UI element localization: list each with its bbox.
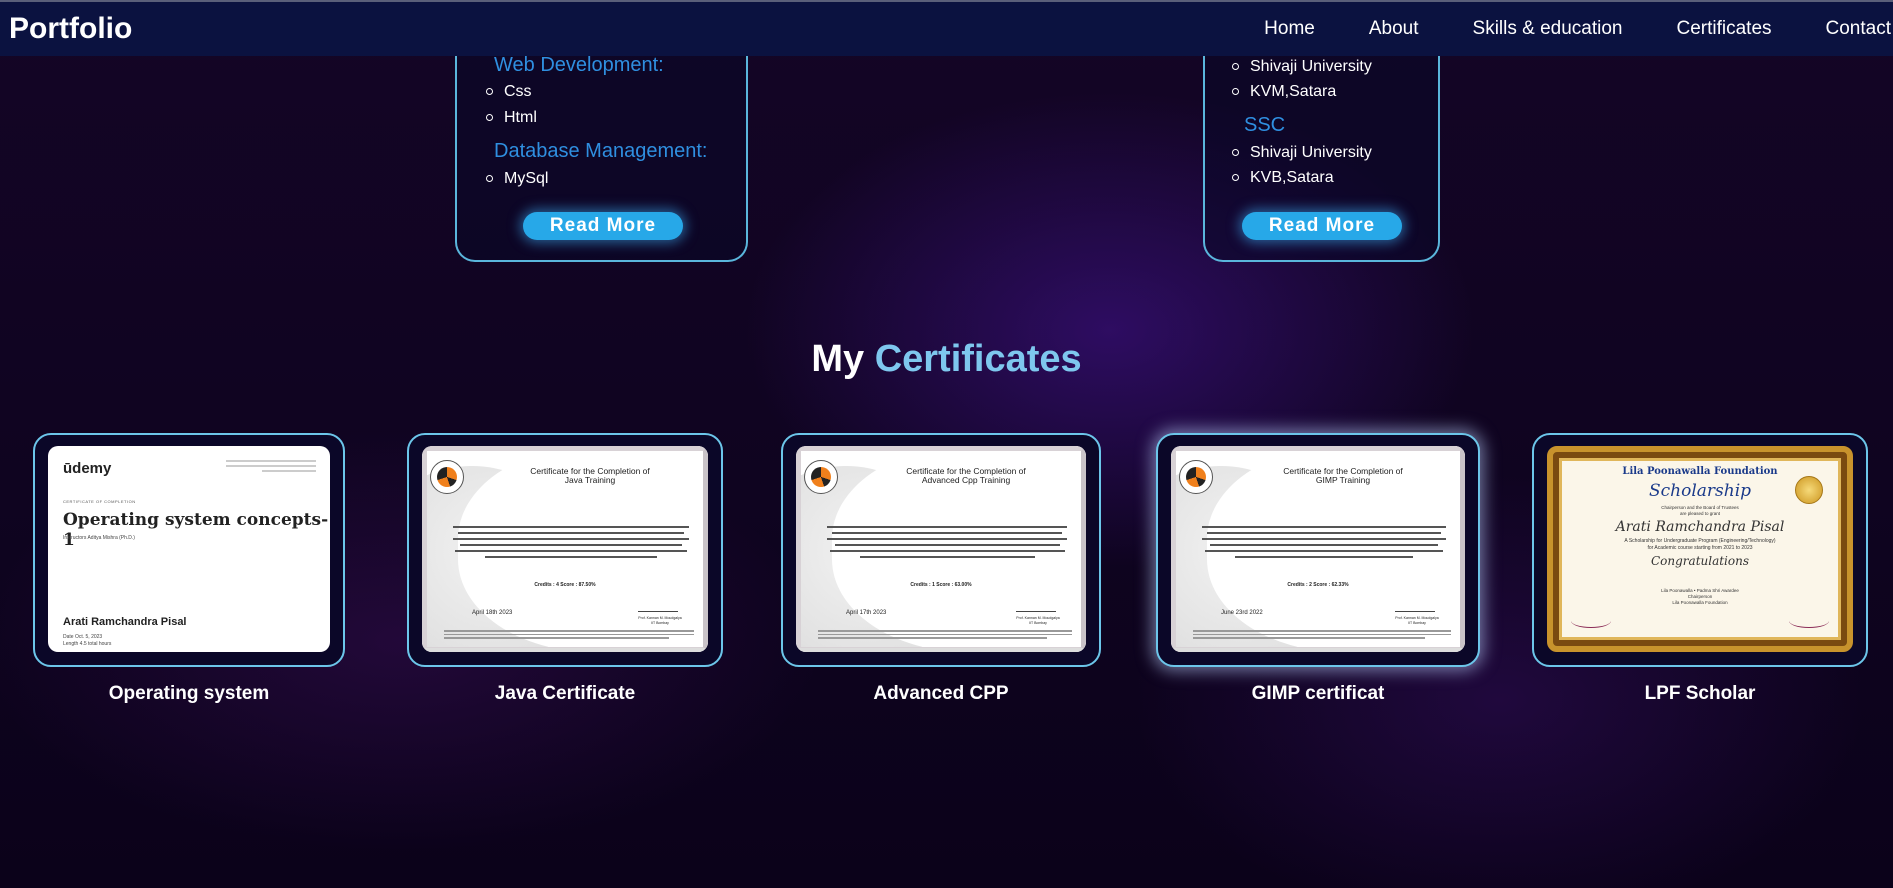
certificate-course-title: Operating system concepts-1 bbox=[63, 510, 329, 550]
certificate-signer: Prof. Kannan M. Moudgalya IIT Bombay bbox=[1016, 616, 1060, 625]
flourish-icon bbox=[1571, 614, 1611, 628]
certificate-heading: Scholarship bbox=[1648, 481, 1752, 501]
certificate-body-lines bbox=[448, 523, 694, 562]
spoken-tutorial-logo-icon bbox=[430, 460, 464, 494]
nav-home[interactable]: Home bbox=[1264, 18, 1315, 40]
certificate-card-operating-system[interactable]: ūdemy CERTIFICATE OF COMPLETION Operatin… bbox=[33, 433, 345, 667]
certificate-signer: Prof. Kannan M. Moudgalya IIT Bombay bbox=[1395, 616, 1439, 625]
certificate-card-lpf-scholar[interactable]: Lila Poonawalla Foundation Scholarship C… bbox=[1532, 433, 1868, 667]
skill-category-title: Web Development: bbox=[494, 54, 664, 76]
certificate-image: ūdemy CERTIFICATE OF COMPLETION Operatin… bbox=[48, 446, 330, 652]
skill-category-title: Database Management: bbox=[494, 140, 708, 162]
certificate-subtitle: Chairperson and the Board of Trustees ar… bbox=[1661, 505, 1739, 516]
certificate-body-lines bbox=[1197, 523, 1451, 562]
certificate-date: April 17th 2023 bbox=[846, 610, 887, 616]
certificate-date: June 23rd 2022 bbox=[1221, 610, 1263, 616]
certificate-image: Lila Poonawalla Foundation Scholarship C… bbox=[1547, 446, 1853, 652]
skill-item: Css bbox=[482, 83, 532, 101]
education-item: KVM,Satara bbox=[1228, 83, 1336, 101]
certificate-label: CERTIFICATE OF COMPLETION bbox=[63, 499, 136, 504]
certificate-title: Certificate for the Completion of Java T… bbox=[530, 466, 650, 485]
certificates-heading: My Certificates bbox=[0, 338, 1893, 381]
flourish-icon bbox=[1789, 614, 1829, 628]
skills-read-more-button[interactable]: Read More bbox=[523, 212, 683, 240]
certificates-heading-accent: Certificates bbox=[874, 338, 1082, 380]
certificate-image: Certificate for the Completion of Advanc… bbox=[796, 446, 1086, 652]
certificate-signer: Prof. Kannan M. Moudgalya IIT Bombay bbox=[638, 616, 682, 625]
certificate-caption: Operating system bbox=[108, 683, 270, 704]
certificate-caption: LPF Scholar bbox=[1644, 683, 1756, 704]
education-item: Shivaji University bbox=[1228, 144, 1372, 162]
signature bbox=[638, 600, 678, 612]
certificate-card-java[interactable]: Certificate for the Completion of Java T… bbox=[407, 433, 723, 667]
signature bbox=[1016, 600, 1056, 612]
certificate-date: April 18th 2023 bbox=[472, 610, 513, 616]
certificate-footnote bbox=[444, 630, 694, 641]
skill-item: MySql bbox=[482, 170, 548, 188]
certificate-description: A Scholarship for Undergraduate Program … bbox=[1624, 538, 1776, 551]
navbar: Portfolio Home About Skills & education … bbox=[0, 0, 1893, 56]
certificate-credits: Credits : 4 Score : 87.50% bbox=[534, 582, 596, 588]
certificate-length: Length 4.5 total hours bbox=[63, 641, 112, 647]
education-card: Shivaji University KVM,Satara SSC Shivaj… bbox=[1203, 30, 1440, 262]
education-read-more-button[interactable]: Read More bbox=[1242, 212, 1402, 240]
nav-about[interactable]: About bbox=[1369, 18, 1419, 40]
certificate-body-lines bbox=[822, 523, 1072, 562]
certificate-frame: Lila Poonawalla Foundation Scholarship C… bbox=[1559, 458, 1841, 640]
certificate-meta: Date Oct. 5, 2023 Length 4.5 total hours bbox=[63, 634, 111, 648]
certificate-instructor: Instructors Aditya Mishra (Ph.D.) bbox=[63, 535, 135, 541]
education-item: KVB,Satara bbox=[1228, 169, 1334, 187]
certificate-credits: Credits : 1 Score : 63.00% bbox=[910, 582, 972, 588]
signature bbox=[1395, 600, 1435, 612]
certificate-image: Certificate for the Completion of GIMP T… bbox=[1171, 446, 1465, 652]
nav-certificates[interactable]: Certificates bbox=[1676, 18, 1771, 40]
spoken-tutorial-logo-icon bbox=[804, 460, 838, 494]
certificate-card-advanced-cpp[interactable]: Certificate for the Completion of Advanc… bbox=[781, 433, 1101, 667]
certificate-card-gimp[interactable]: Certificate for the Completion of GIMP T… bbox=[1156, 433, 1480, 667]
udemy-logo: ūdemy bbox=[63, 460, 112, 477]
certificate-title: Certificate for the Completion of GIMP T… bbox=[1283, 466, 1403, 485]
certificate-caption: GIMP certificat bbox=[1251, 683, 1385, 704]
skills-card: Web Development: Css Html Database Manag… bbox=[455, 30, 748, 262]
certificate-meta-lines bbox=[226, 460, 316, 475]
education-item: Shivaji University bbox=[1228, 58, 1372, 76]
certificate-date: Date Oct. 5, 2023 bbox=[63, 634, 103, 640]
nav-skills-education[interactable]: Skills & education bbox=[1473, 18, 1623, 40]
certificate-credits: Credits : 2 Score : 62.33% bbox=[1287, 582, 1349, 588]
certificate-footnote bbox=[818, 630, 1072, 641]
skill-item: Html bbox=[482, 109, 537, 127]
certificate-signer: Lila Poonawalla • Padma Shri Awardee Cha… bbox=[1661, 588, 1739, 605]
certificate-congrats: Congratulations bbox=[1650, 554, 1750, 568]
spoken-tutorial-logo-icon bbox=[1179, 460, 1213, 494]
nav-contact[interactable]: Contact bbox=[1826, 18, 1891, 40]
certificate-title: Certificate for the Completion of Advanc… bbox=[906, 466, 1026, 485]
certificate-recipient: Arati Ramchandra Pisal bbox=[63, 616, 187, 628]
certificates-heading-prefix: My bbox=[811, 338, 865, 380]
nav-links: Home About Skills & education Certificat… bbox=[1210, 2, 1893, 56]
certificate-caption: Java Certificate bbox=[494, 683, 636, 704]
certificate-image: Certificate for the Completion of Java T… bbox=[422, 446, 708, 652]
brand-logo[interactable]: Portfolio bbox=[0, 12, 132, 46]
certificate-footnote bbox=[1193, 630, 1451, 641]
certificate-org: Lila Poonawalla Foundation bbox=[1622, 466, 1778, 477]
education-section-title: SSC bbox=[1244, 114, 1286, 136]
certificate-caption: Advanced CPP bbox=[873, 683, 1009, 704]
certificate-recipient: Arati Ramchandra Pisal bbox=[1615, 519, 1785, 535]
